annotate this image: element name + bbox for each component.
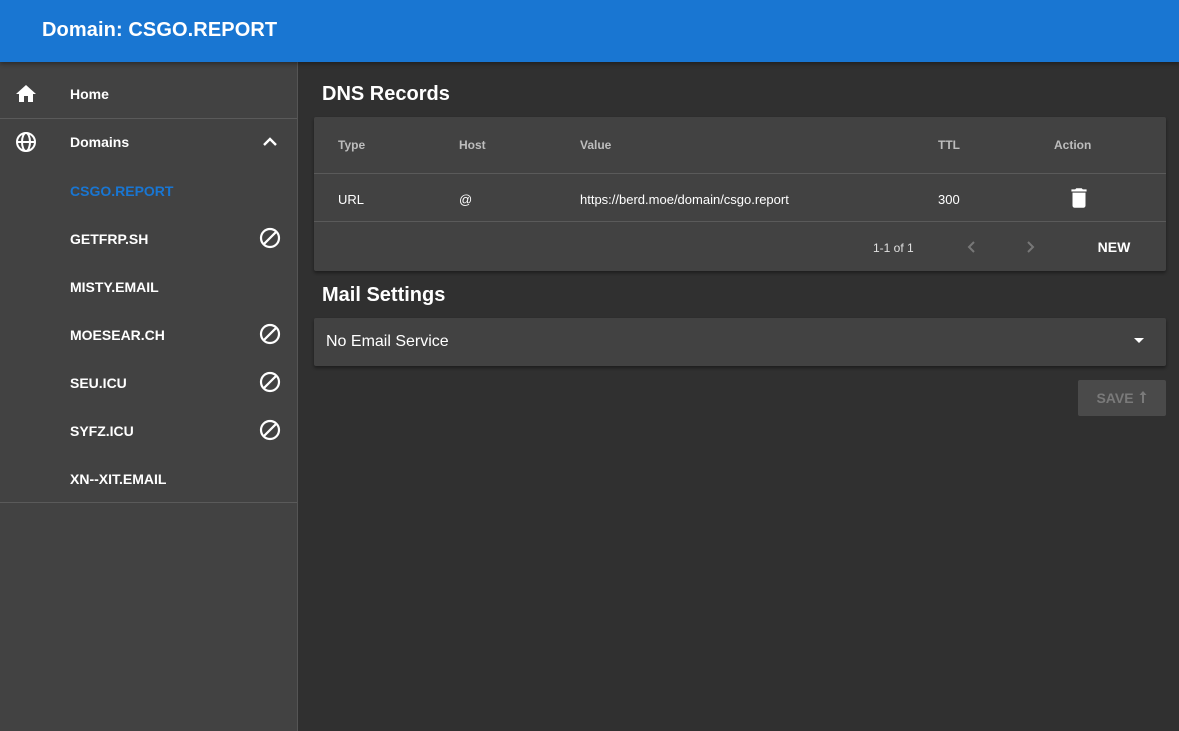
domain-item-misty-email[interactable]: MISTY.EMAIL bbox=[0, 262, 297, 310]
domain-label: MOESEAR.CH bbox=[70, 327, 165, 343]
app-title: Domain: CSGO.REPORT bbox=[42, 19, 278, 41]
cell-host: @ bbox=[459, 192, 473, 207]
chevron-left-icon[interactable] bbox=[960, 235, 984, 259]
domain-label: GETFRP.SH bbox=[70, 231, 149, 247]
domain-item-seu-icu[interactable]: SEU.ICU bbox=[0, 358, 297, 406]
app-bar: Domain: CSGO.REPORT bbox=[0, 0, 1179, 62]
sidebar-item-home[interactable]: Home bbox=[0, 70, 297, 118]
chevron-up-icon[interactable] bbox=[258, 130, 282, 154]
chevron-right-icon[interactable] bbox=[1018, 235, 1042, 259]
delete-icon[interactable] bbox=[1066, 185, 1092, 211]
column-header-action: Action bbox=[1054, 138, 1092, 152]
save-label: SAVE bbox=[1096, 390, 1134, 406]
email-service-select[interactable]: No Email Service bbox=[314, 318, 1166, 366]
column-header-value: Value bbox=[580, 138, 612, 152]
dns-records-table: Type Host Value TTL Action URL @ https:/… bbox=[314, 117, 1166, 271]
column-header-host: Host bbox=[459, 138, 486, 152]
domain-item-csgo-report[interactable]: CSGO.REPORT bbox=[0, 166, 297, 214]
selected-value: No Email Service bbox=[326, 333, 449, 350]
block-icon bbox=[258, 322, 282, 346]
arrow-up-icon bbox=[1138, 390, 1148, 407]
block-icon bbox=[258, 370, 282, 394]
new-record-button[interactable]: NEW bbox=[1084, 229, 1144, 265]
domain-item-moesear-ch[interactable]: MOESEAR.CH bbox=[0, 310, 297, 358]
domain-item-xn-xit-email[interactable]: XN--XIT.EMAIL bbox=[0, 454, 297, 502]
cell-ttl: 300 bbox=[938, 192, 960, 207]
caret-down-icon bbox=[1134, 338, 1144, 343]
domain-item-syfz-icu[interactable]: SYFZ.ICU bbox=[0, 406, 297, 454]
globe-icon bbox=[14, 130, 38, 154]
divider bbox=[314, 173, 1166, 174]
domain-item-getfrp-sh[interactable]: GETFRP.SH bbox=[0, 214, 297, 262]
block-icon bbox=[258, 226, 282, 250]
domain-label: CSGO.REPORT bbox=[70, 183, 174, 199]
domain-label: MISTY.EMAIL bbox=[70, 279, 159, 295]
cell-value: https://berd.moe/domain/csgo.report bbox=[580, 192, 789, 207]
cell-type: URL bbox=[338, 192, 365, 207]
mail-settings-title: Mail Settings bbox=[322, 284, 446, 306]
column-header-type: Type bbox=[338, 138, 366, 152]
sidebar-item-domains[interactable]: Domains bbox=[0, 118, 297, 166]
home-icon bbox=[14, 82, 38, 106]
sidebar-item-label: Domains bbox=[70, 134, 130, 150]
divider bbox=[0, 502, 297, 503]
block-icon bbox=[258, 418, 282, 442]
save-button[interactable]: SAVE bbox=[1078, 380, 1166, 416]
pagination-text: 1-1 of 1 bbox=[873, 241, 914, 255]
dns-records-title: DNS Records bbox=[322, 83, 450, 105]
domain-label: SYFZ.ICU bbox=[70, 423, 134, 439]
sidebar-item-label: Home bbox=[70, 86, 109, 102]
divider bbox=[314, 221, 1166, 222]
main-content: DNS Records Type Host Value TTL Action U… bbox=[298, 62, 1179, 731]
domain-label: XN--XIT.EMAIL bbox=[70, 471, 167, 487]
sidebar: Home Domains CSGO.REPORT GETFRP.SH MISTY… bbox=[0, 62, 298, 731]
column-header-ttl: TTL bbox=[938, 138, 960, 152]
domain-label: SEU.ICU bbox=[70, 375, 127, 391]
